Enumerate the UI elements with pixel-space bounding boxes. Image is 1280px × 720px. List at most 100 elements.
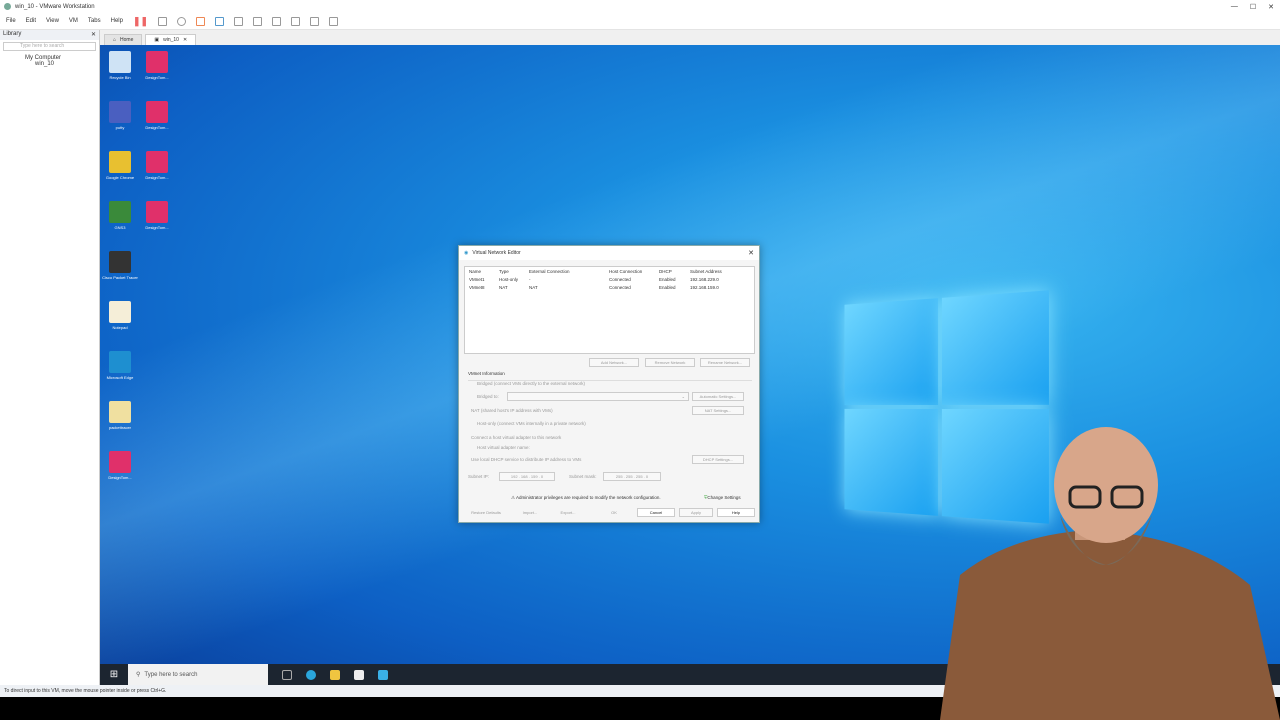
menu-tabs[interactable]: Tabs [88, 18, 101, 24]
admin-warning: ⚠ Administrator privileges are required … [511, 495, 661, 501]
show-library-icon[interactable] [234, 16, 244, 26]
import-button[interactable]: Import... [515, 508, 545, 517]
revert-snapshot-icon[interactable] [196, 16, 206, 26]
desktop-icon-label: Recycle Bin [109, 75, 131, 80]
cell: VMnet1 [469, 276, 485, 282]
desktop-icon[interactable]: Notepad [102, 301, 138, 330]
edge-icon[interactable] [306, 669, 316, 680]
unity-icon[interactable] [291, 16, 301, 26]
snapshot-icon[interactable] [177, 16, 187, 26]
menu-file[interactable]: File [6, 18, 16, 24]
desktop-icon[interactable]: DesignTom... [102, 451, 138, 480]
desktop-icon-label: DesignTom... [108, 475, 132, 480]
desktop-icon[interactable]: Microsoft Edge [102, 351, 138, 380]
tree-item-win10[interactable]: win_10 [0, 61, 99, 67]
desktop-icon[interactable]: DesignTom... [139, 201, 175, 230]
stretch-guest-icon[interactable] [329, 16, 339, 26]
col-name[interactable]: Name [469, 269, 499, 274]
console-view-icon[interactable] [310, 16, 320, 26]
menu-view[interactable]: View [46, 18, 59, 24]
network-row[interactable]: VMnet8 NAT NAT Connected Enabled 192.168.159.… [465, 283, 754, 291]
desktop-icon[interactable]: Cisco Packet Tracer [102, 251, 138, 280]
close-library-icon[interactable]: ✕ [91, 31, 96, 39]
cell: 192.168.159.0 [690, 284, 719, 290]
menu-help[interactable]: Help [111, 18, 123, 24]
home-icon: ⌂ [113, 37, 117, 43]
cell: Connected [609, 276, 631, 282]
network-list[interactable]: Name Type External Connection Host Connecti… [464, 266, 755, 354]
taskbar-search[interactable]: ⚲ Type here to search [128, 664, 268, 685]
minimize-button[interactable]: — [1231, 3, 1238, 11]
cell: Enabled [659, 276, 676, 282]
full-screen-icon[interactable] [272, 16, 282, 26]
export-button[interactable]: Export... [553, 508, 583, 517]
bridged-to-select[interactable]: ⌄ [507, 392, 689, 401]
restore-defaults-button[interactable]: Restore Defaults [463, 508, 509, 517]
ok-button[interactable]: OK [595, 508, 633, 517]
app-icon [109, 401, 131, 423]
connect-adapter-checkbox[interactable]: Connect a host virtual adapter to this n… [471, 435, 561, 440]
col-host[interactable]: Host Connection [609, 269, 659, 274]
change-settings-label: Change Settings [707, 495, 741, 500]
host-only-radio[interactable]: Host-only (connect VMs internally in a p… [477, 421, 586, 426]
start-button[interactable]: ⊞ [100, 669, 128, 680]
title-bar: win_10 - VMware Workstation — ☐ ✕ [0, 0, 1280, 13]
send-ctrl-alt-del-icon[interactable] [158, 16, 168, 26]
file-explorer-icon[interactable] [330, 669, 340, 680]
task-view-icon[interactable] [282, 669, 292, 680]
tab-win10[interactable]: ▣ win_10 ✕ [145, 34, 197, 45]
desktop-icon-label: GNS3 [114, 225, 126, 230]
maximize-button[interactable]: ☐ [1250, 3, 1256, 11]
library-title: Library [3, 31, 22, 37]
automatic-settings-button[interactable]: Automatic Settings... [692, 392, 744, 401]
app-icon [146, 151, 168, 173]
nat-settings-button[interactable]: NAT Settings... [692, 406, 744, 415]
dhcp-checkbox[interactable]: Use local DHCP service to distribute IP … [471, 457, 581, 462]
virtual-network-editor-dialog: ◉ Virtual Network Editor ✕ Name Type Externa… [458, 245, 760, 523]
desktop-icon[interactable]: Recycle Bin [102, 51, 138, 80]
nat-radio[interactable]: NAT (shared host's IP address with VMs) [471, 408, 553, 413]
admin-warning-text: Administrator privileges are required to… [516, 495, 661, 500]
subnet-ip-input[interactable]: 192 . 168 . 159 . 0 [499, 472, 555, 481]
network-row[interactable]: VMnet1 Host-only - Connected Enabled 192.168.… [465, 275, 754, 283]
tab-home[interactable]: ⌂ Home [104, 34, 143, 45]
change-settings-button[interactable]: ⛨Change Settings [704, 495, 741, 500]
subnet-mask-input[interactable]: 255 . 255 . 255 . 0 [603, 472, 661, 481]
desktop-icon-label: Google Chrome [105, 175, 135, 180]
thumbnail-icon[interactable] [253, 16, 263, 26]
cell: - [529, 276, 531, 282]
dhcp-settings-button[interactable]: DHCP Settings... [692, 455, 744, 464]
bridged-radio[interactable]: Bridged (connect VMs directly to the ext… [477, 381, 585, 386]
library-panel: Library ✕ Type here to search My Computer… [0, 30, 100, 685]
desktop-icon[interactable]: putty [102, 101, 138, 130]
mail-icon[interactable] [378, 669, 388, 680]
apply-button[interactable]: Apply [679, 508, 713, 517]
snapshot-manager-icon[interactable] [215, 16, 225, 26]
remove-network-button[interactable]: Remove Network [645, 358, 695, 367]
col-dhcp[interactable]: DHCP [659, 269, 690, 274]
store-icon[interactable] [354, 669, 364, 680]
pause-icon[interactable]: ❚❚ [133, 16, 148, 27]
desktop-icon[interactable]: packettracer [102, 401, 138, 430]
desktop-icon[interactable]: GNS3 [102, 201, 138, 230]
rename-network-button[interactable]: Rename Network... [700, 358, 750, 367]
desktop-icon[interactable]: DesignTom... [139, 101, 175, 130]
cell: 192.168.229.0 [690, 276, 719, 282]
app-icon [146, 101, 168, 123]
col-subnet[interactable]: Subnet Address [690, 269, 750, 274]
menu-vm[interactable]: VM [69, 18, 78, 24]
cell: VMnet8 [469, 284, 485, 290]
close-button[interactable]: ✕ [1268, 3, 1274, 11]
cancel-button[interactable]: Cancel [637, 508, 675, 517]
desktop-icon[interactable]: DesignTom... [139, 51, 175, 80]
menu-edit[interactable]: Edit [26, 18, 36, 24]
add-network-button[interactable]: Add Network... [589, 358, 639, 367]
dialog-close-button[interactable]: ✕ [748, 249, 754, 257]
desktop-icon[interactable]: Google Chrome [102, 151, 138, 180]
close-tab-icon[interactable]: ✕ [183, 37, 187, 43]
desktop-icon[interactable]: DesignTom... [139, 151, 175, 180]
col-external[interactable]: External Connection [529, 269, 609, 274]
col-type[interactable]: Type [499, 269, 529, 274]
help-button[interactable]: Help [717, 508, 755, 517]
library-search-input[interactable]: Type here to search [3, 42, 96, 51]
